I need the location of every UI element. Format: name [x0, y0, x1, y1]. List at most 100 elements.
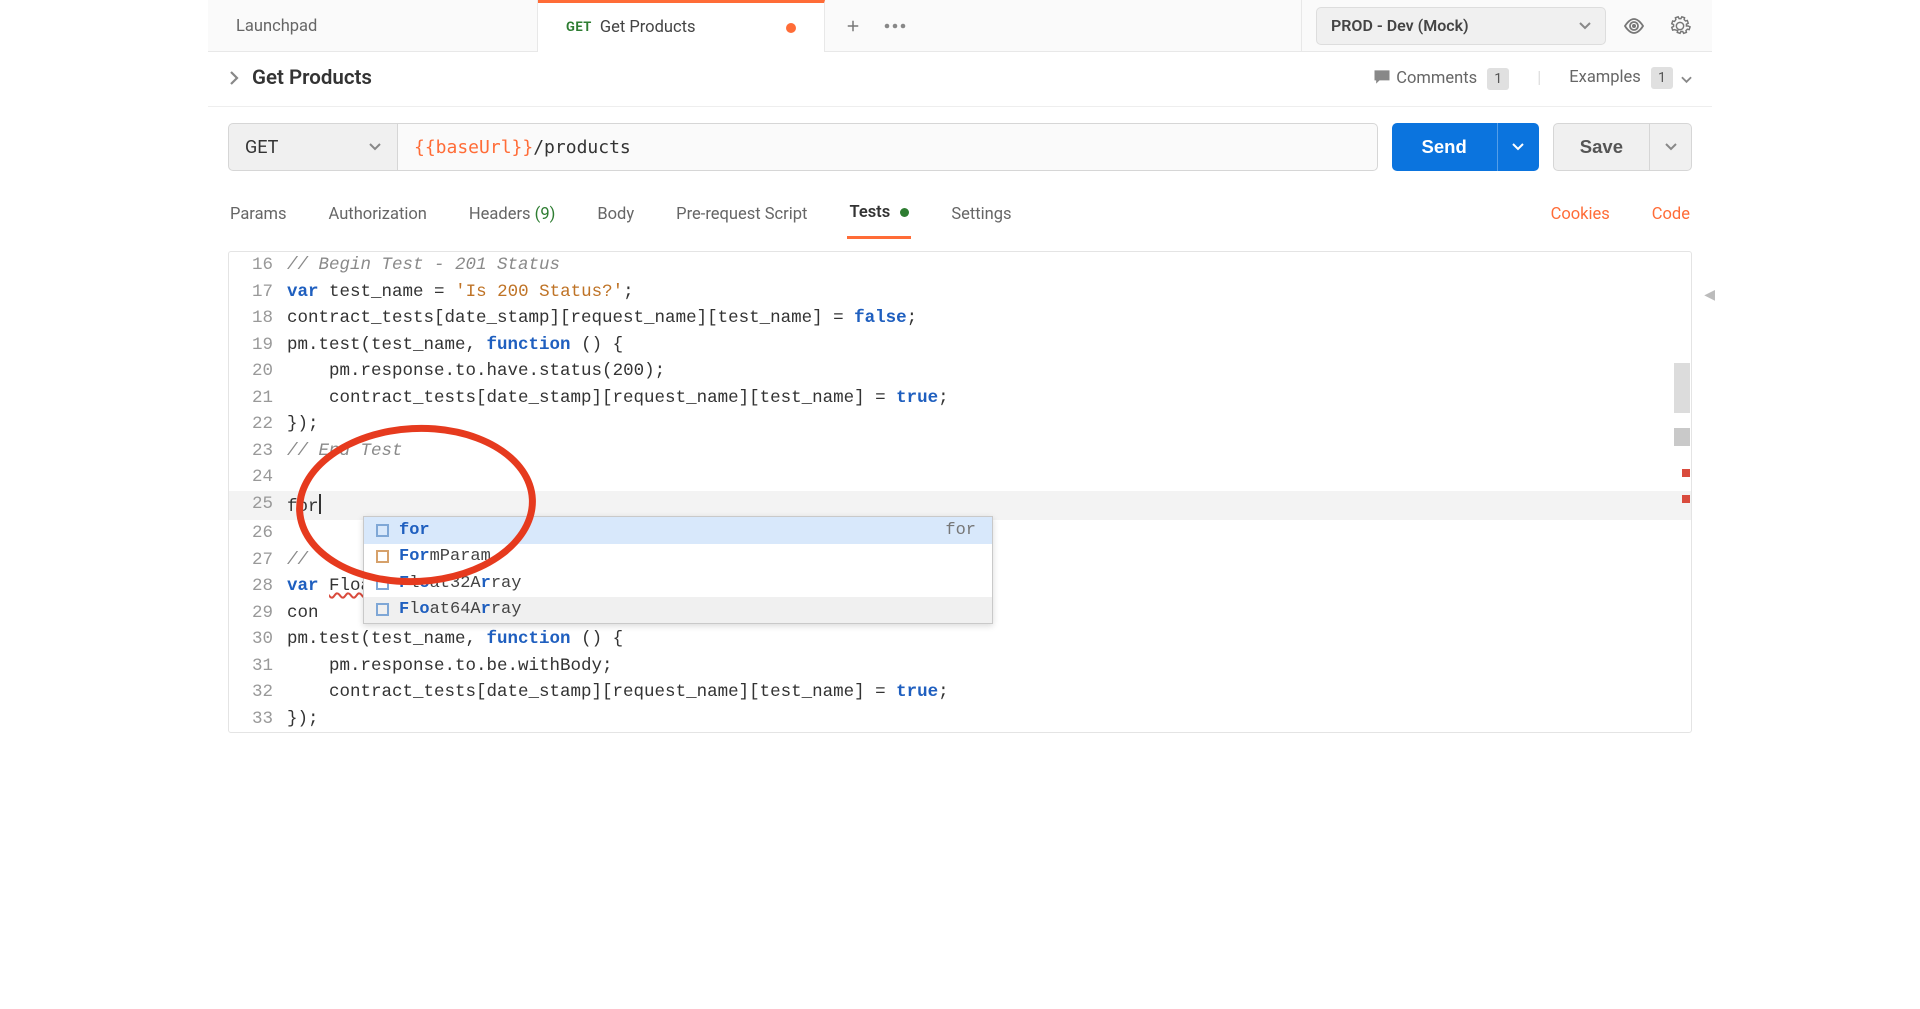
side-caret-icon: ◀: [1704, 287, 1715, 303]
tab-get-products[interactable]: GET Get Products: [538, 0, 825, 52]
autocomplete-popup[interactable]: forfor FormParam Float32Array Float64Array: [363, 516, 993, 624]
line-code[interactable]: // Begin Test - 201 Status: [287, 252, 1691, 279]
send-button[interactable]: Send: [1392, 123, 1497, 171]
editor-line[interactable]: 18contract_tests[date_stamp][request_nam…: [229, 305, 1691, 332]
url-input[interactable]: {{baseUrl}}/products: [398, 123, 1378, 171]
keyword-icon: [376, 577, 389, 590]
line-number: 16: [229, 252, 287, 279]
editor-line[interactable]: 19pm.test(test_name, function () {: [229, 332, 1691, 359]
url-path: /products: [533, 137, 631, 158]
method-select[interactable]: GET: [228, 123, 398, 171]
chevron-down-icon: [1512, 143, 1524, 151]
autocomplete-item[interactable]: forfor: [364, 517, 992, 544]
collapse-icon[interactable]: [228, 71, 240, 85]
keyword-icon: [376, 603, 389, 616]
tab-prerequest[interactable]: Pre-request Script: [674, 195, 809, 238]
class-icon: [376, 550, 389, 563]
line-number: 24: [229, 464, 287, 491]
environment-quicklook-button[interactable]: [1616, 8, 1652, 44]
line-number: 29: [229, 600, 287, 627]
editor-line[interactable]: 20 pm.response.to.have.status(200);: [229, 358, 1691, 385]
cookies-link[interactable]: Cookies: [1549, 195, 1612, 238]
line-number: 23: [229, 438, 287, 465]
line-code[interactable]: pm.response.to.have.status(200);: [287, 358, 1691, 385]
line-code[interactable]: var test_name = 'Is 200 Status?';: [287, 279, 1691, 306]
line-number: 18: [229, 305, 287, 332]
editor-line[interactable]: 24: [229, 464, 1691, 491]
editor-line[interactable]: 22});: [229, 411, 1691, 438]
autocomplete-label: FormParam: [399, 547, 976, 566]
save-dropdown[interactable]: [1650, 123, 1692, 171]
line-code[interactable]: pm.response.to.be.withBody;: [287, 653, 1691, 680]
chevron-down-icon: [1681, 76, 1692, 84]
autocomplete-item[interactable]: Float64Array: [364, 597, 992, 624]
request-title: Get Products: [252, 66, 372, 90]
tab-params[interactable]: Params: [228, 195, 289, 238]
tab-headers-label: Headers: [469, 205, 531, 224]
tab-overflow-button[interactable]: [877, 8, 913, 44]
send-dropdown[interactable]: [1497, 123, 1539, 171]
settings-button[interactable]: [1662, 8, 1698, 44]
comments-count: 1: [1487, 68, 1509, 90]
line-code[interactable]: });: [287, 706, 1691, 733]
tab-settings[interactable]: Settings: [949, 195, 1013, 238]
editor-minimap[interactable]: [1674, 253, 1690, 731]
line-code[interactable]: pm.test(test_name, function () {: [287, 332, 1691, 359]
tab-label: Get Products: [600, 18, 696, 37]
tab-tests[interactable]: Tests: [847, 193, 911, 239]
save-button[interactable]: Save: [1553, 123, 1650, 171]
line-number: 28: [229, 573, 287, 600]
line-code[interactable]: // End Test: [287, 438, 1691, 465]
keyword-icon: [376, 524, 389, 537]
unsaved-dot-icon: [786, 23, 796, 33]
code-editor[interactable]: 16// Begin Test - 201 Status17var test_n…: [228, 251, 1692, 733]
line-number: 26: [229, 520, 287, 547]
editor-line[interactable]: 17var test_name = 'Is 200 Status?';: [229, 279, 1691, 306]
title-right: Comments 1 | Examples 1: [1372, 67, 1692, 90]
line-number: 32: [229, 679, 287, 706]
request-row: GET {{baseUrl}}/products Send Save: [208, 107, 1712, 187]
chevron-down-icon: [369, 143, 381, 151]
comments-button[interactable]: Comments 1: [1372, 67, 1509, 90]
tab-headers[interactable]: Headers (9): [467, 195, 557, 238]
line-number: 21: [229, 385, 287, 412]
editor-line[interactable]: 21 contract_tests[date_stamp][request_na…: [229, 385, 1691, 412]
line-code[interactable]: });: [287, 411, 1691, 438]
line-code[interactable]: contract_tests[date_stamp][request_name]…: [287, 679, 1691, 706]
tab-launchpad[interactable]: Launchpad: [208, 0, 538, 52]
tab-tests-label: Tests: [849, 203, 890, 222]
autocomplete-item[interactable]: FormParam: [364, 544, 992, 571]
line-number: 31: [229, 653, 287, 680]
tab-authorization[interactable]: Authorization: [327, 195, 429, 238]
autocomplete-label: Float32Array: [399, 574, 976, 593]
method-label: GET: [245, 137, 278, 158]
line-code[interactable]: pm.test(test_name, function () {: [287, 626, 1691, 653]
title-left: Get Products: [228, 66, 372, 90]
save-group: Save: [1553, 123, 1692, 171]
autocomplete-item[interactable]: Float32Array: [364, 570, 992, 597]
editor-line[interactable]: 16// Begin Test - 201 Status: [229, 252, 1691, 279]
examples-button[interactable]: Examples 1: [1569, 67, 1692, 89]
chevron-down-icon: [1579, 22, 1591, 30]
code-link[interactable]: Code: [1650, 195, 1692, 238]
editor-line[interactable]: 23// End Test: [229, 438, 1691, 465]
new-tab-button[interactable]: [835, 8, 871, 44]
top-right-controls: PROD - Dev (Mock): [1301, 0, 1712, 51]
editor-line[interactable]: 31 pm.response.to.be.withBody;: [229, 653, 1691, 680]
comments-label: Comments: [1396, 69, 1477, 88]
examples-count: 1: [1651, 67, 1673, 89]
line-code[interactable]: contract_tests[date_stamp][request_name]…: [287, 385, 1691, 412]
app-root: Launchpad GET Get Products PROD - Dev (M…: [208, 0, 1712, 753]
chevron-down-icon: [1665, 143, 1677, 151]
line-number: 30: [229, 626, 287, 653]
tab-headers-count: (9): [535, 205, 556, 224]
editor-line[interactable]: 33});: [229, 706, 1691, 733]
editor-line[interactable]: 32 contract_tests[date_stamp][request_na…: [229, 679, 1691, 706]
tab-strip: Launchpad GET Get Products: [208, 0, 1301, 51]
url-variable: {{baseUrl}}: [414, 137, 533, 158]
line-code[interactable]: contract_tests[date_stamp][request_name]…: [287, 305, 1691, 332]
editor-line[interactable]: 30pm.test(test_name, function () {: [229, 626, 1691, 653]
tab-body[interactable]: Body: [595, 195, 636, 238]
line-number: 25: [229, 491, 287, 518]
environment-select[interactable]: PROD - Dev (Mock): [1316, 7, 1606, 45]
